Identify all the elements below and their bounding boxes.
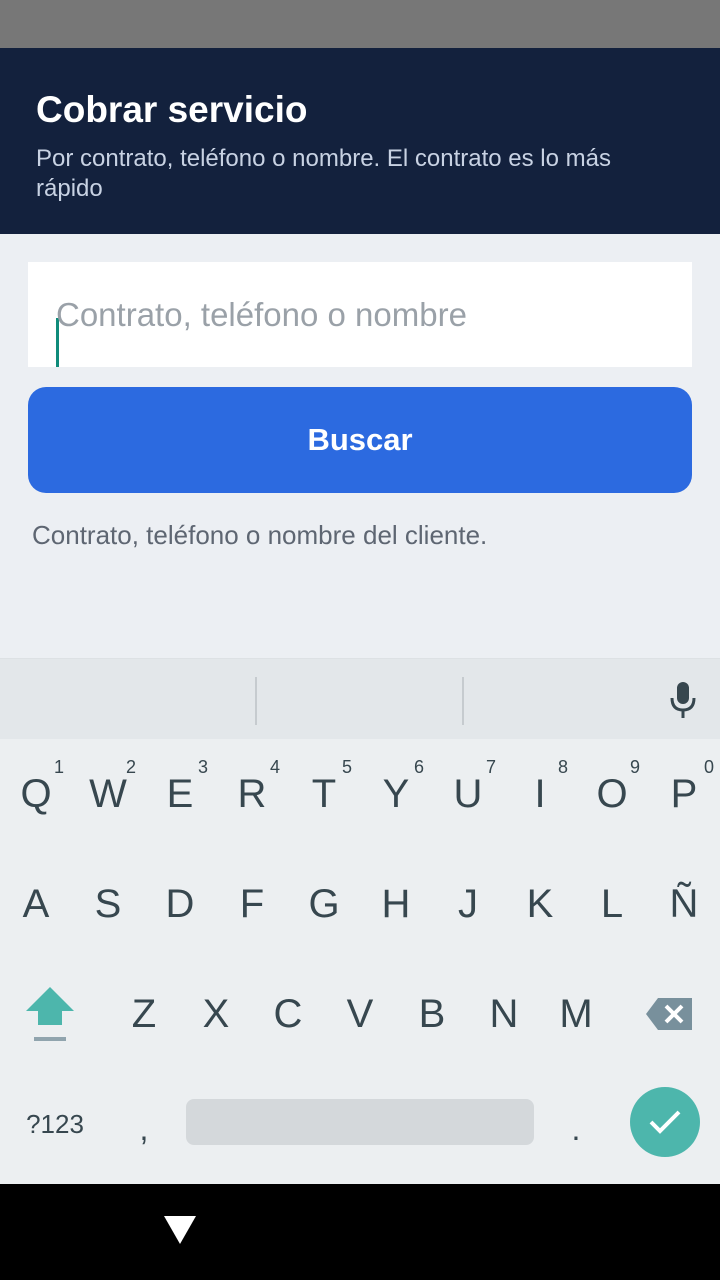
suggestion-strip	[0, 659, 720, 739]
key-hint: 8	[557, 757, 568, 777]
key-hint: 0	[703, 757, 714, 777]
shift-icon	[26, 987, 74, 1041]
key-p[interactable]: P 0	[648, 749, 720, 839]
key-label: O	[596, 771, 628, 816]
check-icon	[649, 1110, 681, 1134]
key-hint: 2	[125, 757, 136, 777]
key-i[interactable]: I 8	[504, 749, 576, 839]
key-label: Q	[20, 771, 52, 816]
key-label: Y	[382, 771, 410, 816]
key-z[interactable]: Z	[108, 969, 180, 1059]
backspace-icon	[646, 998, 692, 1030]
key-b[interactable]: B	[396, 969, 468, 1059]
key-hint: 5	[341, 757, 352, 777]
key-label: P	[670, 771, 698, 816]
key-e[interactable]: E 3	[144, 749, 216, 839]
key-label: I	[534, 771, 546, 816]
key-x[interactable]: X	[180, 969, 252, 1059]
back-triangle-icon[interactable]	[162, 1214, 198, 1246]
key-g[interactable]: G	[288, 859, 360, 949]
key-label: R	[237, 771, 267, 816]
key-enye[interactable]: Ñ	[648, 859, 720, 949]
key-hint: 3	[197, 757, 208, 777]
key-d[interactable]: D	[144, 859, 216, 949]
enter-key[interactable]	[630, 1087, 700, 1157]
shift-key[interactable]	[10, 969, 90, 1059]
key-hint: 1	[53, 757, 64, 777]
buscar-button[interactable]: Buscar	[28, 387, 692, 493]
key-w[interactable]: W 2	[72, 749, 144, 839]
key-u[interactable]: U 7	[432, 749, 504, 839]
mic-icon[interactable]	[660, 677, 706, 723]
period-key[interactable]: .	[540, 1089, 612, 1169]
key-hint: 9	[629, 757, 640, 777]
header: Cobrar servicio Por contrato, teléfono o…	[0, 48, 720, 234]
key-n[interactable]: N	[468, 969, 540, 1059]
key-l[interactable]: L	[576, 859, 648, 949]
key-label: T	[311, 771, 337, 816]
key-f[interactable]: F	[216, 859, 288, 949]
status-bar	[0, 0, 720, 48]
key-a[interactable]: A	[0, 859, 72, 949]
key-k[interactable]: K	[504, 859, 576, 949]
key-hint: 7	[485, 757, 496, 777]
key-h[interactable]: H	[360, 859, 432, 949]
key-hint: 4	[269, 757, 280, 777]
key-label: W	[89, 771, 127, 816]
key-s[interactable]: S	[72, 859, 144, 949]
key-label: E	[166, 771, 194, 816]
main-content: Buscar Contrato, teléfono o nombre del c…	[0, 234, 720, 658]
page-subtitle: Por contrato, teléfono o nombre. El cont…	[36, 145, 611, 202]
comma-key[interactable]: ,	[108, 1089, 180, 1169]
search-input[interactable]	[56, 262, 676, 367]
nav-bar	[0, 1184, 720, 1280]
keyboard: Q 1 W 2 E 3 R 4 T 5 Y 6 U 7 I 8 O 9 P 0 …	[0, 658, 720, 1184]
helper-text: Contrato, teléfono o nombre del cliente.	[32, 520, 488, 550]
space-key[interactable]	[186, 1099, 534, 1145]
key-t[interactable]: T 5	[288, 749, 360, 839]
key-r[interactable]: R 4	[216, 749, 288, 839]
key-m[interactable]: M	[540, 969, 612, 1059]
search-box[interactable]	[28, 262, 692, 367]
backspace-key[interactable]	[630, 969, 710, 1059]
key-j[interactable]: J	[432, 859, 504, 949]
key-y[interactable]: Y 6	[360, 749, 432, 839]
key-c[interactable]: C	[252, 969, 324, 1059]
key-v[interactable]: V	[324, 969, 396, 1059]
suggestion-divider	[255, 677, 257, 725]
key-hint: 6	[413, 757, 424, 777]
key-o[interactable]: O 9	[576, 749, 648, 839]
key-q[interactable]: Q 1	[0, 749, 72, 839]
page-title: Cobrar servicio	[36, 89, 308, 130]
symbols-key[interactable]: ?123	[10, 1079, 100, 1169]
suggestion-divider	[462, 677, 464, 725]
key-label: U	[453, 771, 483, 816]
